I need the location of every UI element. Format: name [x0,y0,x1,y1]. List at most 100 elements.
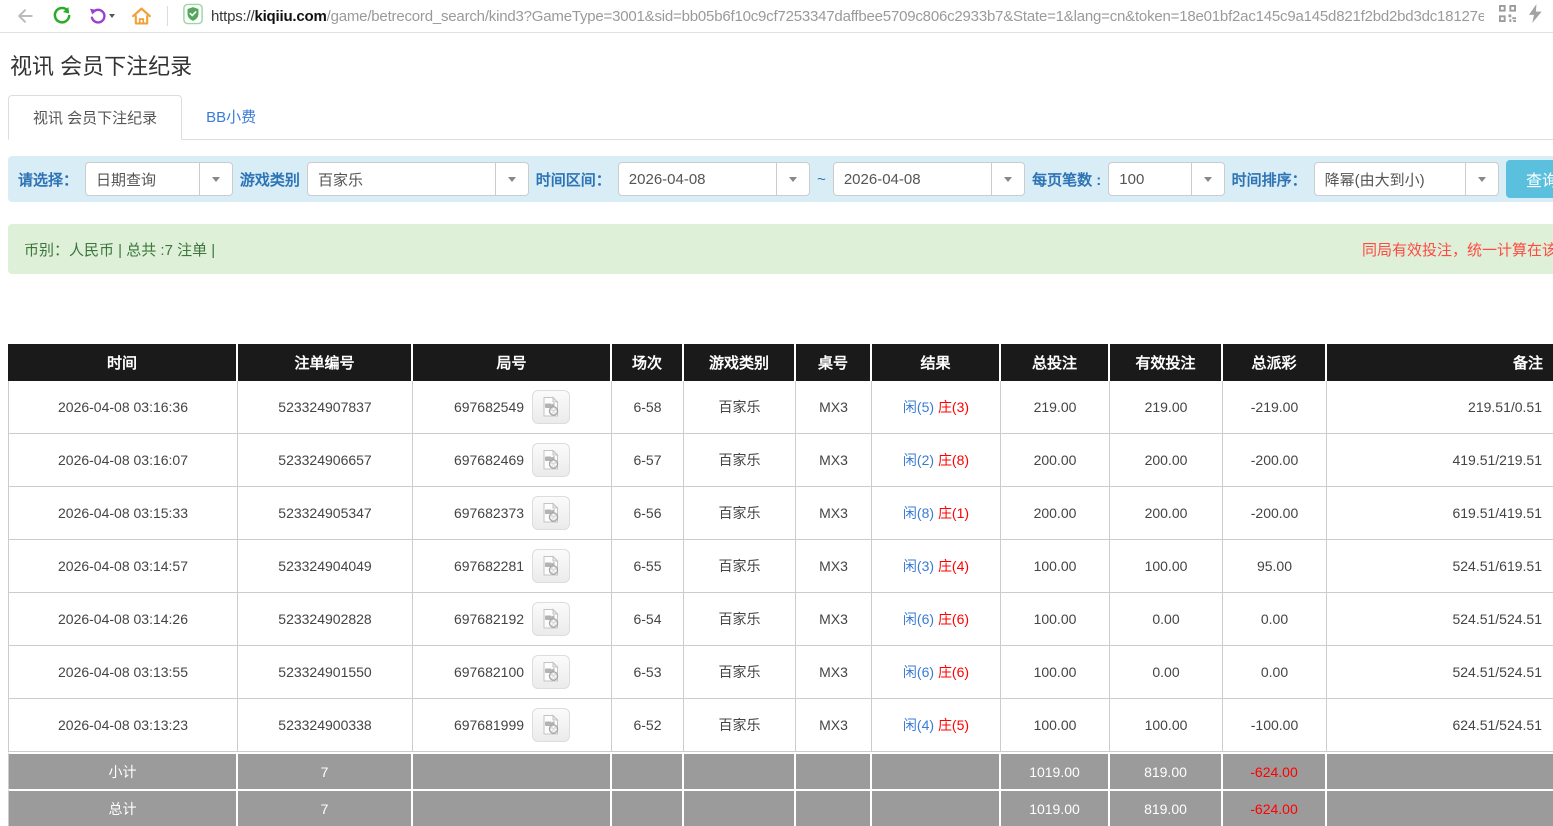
result-banker: 庄(6) [938,611,969,627]
query-type-value: 日期查询 [86,163,199,195]
column-header: 桌号 [796,344,872,381]
cell-valid-bet: 0.00 [1110,646,1223,699]
column-header: 时间 [8,344,238,381]
sort-select[interactable]: 降幂(由大到小) [1314,162,1499,196]
cell-valid-bet: 219.00 [1110,381,1223,434]
cell-bet-id: 523324907837 [238,381,413,434]
date-from-value: 2026-04-08 [619,163,776,195]
column-header: 备注 [1327,344,1553,381]
result-banker: 庄(6) [938,664,969,680]
cell-session: 6-56 [612,487,684,540]
cell-session: 6-52 [612,699,684,752]
cell-total-bet[interactable]: 100.00 [1001,593,1110,646]
url-path: /game/betrecord_search/kind3?GameType=30… [327,8,1484,25]
column-header: 有效投注 [1110,344,1223,381]
film-clip-icon [540,661,562,683]
result-player: 闲(6) [903,611,934,627]
chevron-down-icon [991,163,1024,195]
cell-bet-id: 523324901550 [238,646,413,699]
address-bar[interactable]: https://kiqiiu.com/game/betrecord_search… [183,3,1484,30]
subtotal-valid-bet: 819.00 [1110,752,1223,789]
undo-dropdown-caret[interactable] [109,14,115,18]
cell-total-bet[interactable]: 200.00 [1001,487,1110,540]
home-icon[interactable] [130,5,152,27]
cell-game-type: 百家乐 [684,381,796,434]
chevron-down-icon [199,163,232,195]
round-number: 697682281 [454,558,524,574]
game-type-label: 游戏类别 [240,169,300,190]
cell-table-no: MX3 [796,434,872,487]
game-type-select[interactable]: 百家乐 [307,162,529,196]
cell-total-bet[interactable]: 100.00 [1001,646,1110,699]
video-replay-button[interactable] [532,390,570,424]
tab-bar: 视讯 会员下注纪录 BB小费 [8,95,1553,140]
video-replay-button[interactable] [532,496,570,530]
date-from-select[interactable]: 2026-04-08 [618,162,810,196]
table-row: 2026-04-08 03:13:55523324901550697682100… [8,646,1553,699]
cell-valid-bet: 100.00 [1110,699,1223,752]
tab-bet-records[interactable]: 视讯 会员下注纪录 [8,95,182,140]
chevron-down-icon [776,163,809,195]
result-player: 闲(8) [903,505,934,521]
film-clip-icon [540,608,562,630]
cell-table-no: MX3 [796,646,872,699]
cell-result: 闲(4) 庄(5) [872,699,1001,752]
result-player: 闲(2) [903,452,934,468]
lightning-icon[interactable] [1528,4,1543,28]
result-banker: 庄(4) [938,558,969,574]
cell-payout: -100.00 [1223,699,1327,752]
video-replay-button[interactable] [532,443,570,477]
round-number: 697682549 [454,399,524,415]
page-size-select[interactable]: 100 [1108,162,1224,196]
cell-total-bet[interactable]: 100.00 [1001,699,1110,752]
cell-round: 697682549 [413,381,612,434]
table-row: 2026-04-08 03:14:57523324904049 697682281… [8,540,1553,593]
film-clip-icon [540,396,562,418]
video-replay-button[interactable] [532,655,570,689]
video-replay-button[interactable] [532,708,570,742]
result-player: 闲(3) [903,558,934,574]
film-clip-icon [540,714,562,736]
range-separator: ~ [817,171,826,188]
cell-total-bet[interactable]: 100.00 [1001,540,1110,593]
search-button[interactable]: 查询 [1506,160,1553,198]
back-icon[interactable] [14,5,36,27]
cell-round: 697682192 [413,593,612,646]
cell-valid-bet: 100.00 [1110,540,1223,593]
cell-time: 2026-04-08 03:14:26 [8,593,238,646]
cell-result: 闲(6) 庄(6) [872,593,1001,646]
game-type-value: 百家乐 [308,163,495,195]
undo-icon[interactable] [88,7,115,26]
date-to-select[interactable]: 2026-04-08 [833,162,1025,196]
cell-game-type: 百家乐 [684,593,796,646]
refresh-icon[interactable] [51,5,73,27]
column-header: 场次 [612,344,684,381]
url-text[interactable]: https://kiqiiu.com/game/betrecord_search… [211,8,1484,25]
cell-table-no: MX3 [796,540,872,593]
video-replay-button[interactable] [532,549,570,583]
query-type-select[interactable]: 日期查询 [85,162,233,196]
cell-remark: 419.51/219.51 [1327,434,1553,487]
film-clip-icon [540,555,562,577]
result-banker: 庄(8) [938,452,969,468]
chevron-down-icon [495,163,528,195]
round-number: 697682469 [454,452,524,468]
cell-time: 2026-04-08 03:14:57 [8,540,238,593]
filter-bar: 请选择： 日期查询 游戏类别 百家乐 时间区间： 2026-04-08 ~ 20… [8,156,1553,202]
cell-result: 闲(3) 庄(4) [872,540,1001,593]
cell-bet-id: 523324902828 [238,593,413,646]
cell-time: 2026-04-08 03:13:55 [8,646,238,699]
cell-valid-bet: 200.00 [1110,434,1223,487]
cell-bet-id: 523324904049 [238,540,413,593]
cell-total-bet[interactable]: 219.00 [1001,381,1110,434]
chevron-down-icon [1191,163,1224,195]
cell-remark: 524.51/524.51 [1327,646,1553,699]
video-replay-button[interactable] [532,602,570,636]
tab-bb-tips[interactable]: BB小费 [182,95,280,139]
qr-code-icon[interactable] [1499,5,1516,27]
cell-payout: 95.00 [1223,540,1327,593]
table-row: 2026-04-08 03:14:26523324902828697682192… [8,593,1553,646]
cell-table-no: MX3 [796,381,872,434]
column-header: 局号 [413,344,612,381]
cell-total-bet[interactable]: 200.00 [1001,434,1110,487]
